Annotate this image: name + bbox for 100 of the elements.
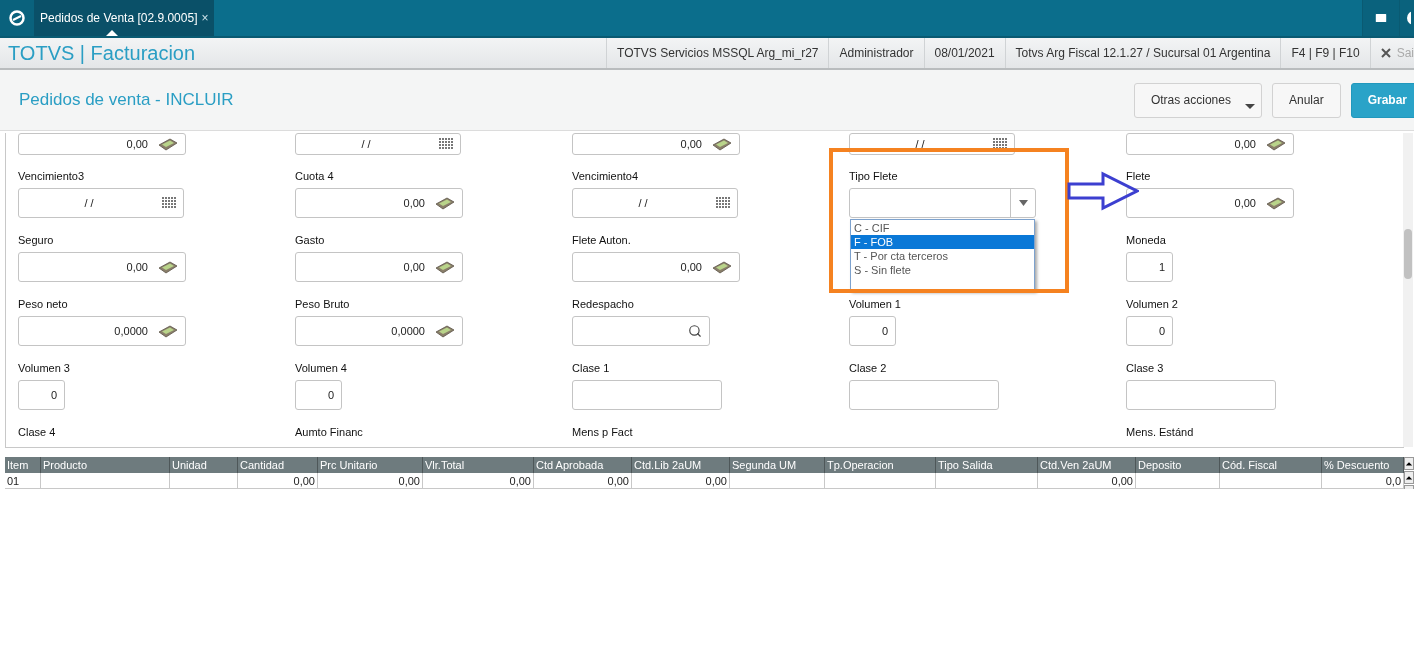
banknote-stack-icon[interactable] [712,137,732,151]
banknote-stack-icon[interactable] [158,324,178,338]
field-label: Clase 4 [18,425,56,439]
banknote-stack-icon[interactable] [158,137,178,151]
money-field[interactable]: 0,00 [18,252,186,282]
banknote-stack-icon[interactable] [435,196,455,210]
text-field[interactable] [572,380,722,410]
date-field[interactable]: / / [18,188,184,218]
date-field[interactable]: / / [295,133,461,155]
field-label: Volumen 4 [295,361,347,375]
page-title: Pedidos de venta - INCLUIR [18,90,234,110]
status-info: Totvs Arg Fiscal 12.1.27 / Sucursal 01 Argentina [1004,38,1281,68]
field-label: Mens. Estánd [1126,425,1194,439]
close-icon[interactable] [1380,48,1391,58]
money-field[interactable]: 0,00 [572,252,740,282]
app-title: TOTVS | Facturacion [7,41,196,65]
scroll-up-icon[interactable] [1404,471,1414,484]
column-header[interactable]: Tipo Salida [936,457,1038,473]
calendar-icon[interactable] [162,197,176,209]
table-cell: 0,00 [423,473,534,489]
money-field[interactable]: 0,0000 [18,316,186,346]
scrollbar[interactable] [1403,133,1413,447]
banknote-stack-icon[interactable] [158,260,178,274]
field-label: Clase 3 [1126,361,1164,375]
money-field[interactable]: 0,00 [1126,133,1294,155]
money-field[interactable]: 0,00 [18,133,186,155]
money-field[interactable]: 0,00 [1126,188,1294,218]
column-header[interactable]: Deposito [1136,457,1220,473]
number-field[interactable]: 0 [295,380,342,410]
field-label: Redespacho [572,297,634,311]
column-header[interactable]: Ctd.Lib 2aUM [632,457,730,473]
search-icon[interactable] [688,324,702,338]
number-field[interactable]: 0 [849,316,896,346]
logo-icon[interactable] [9,10,25,26]
field-label: Clase 1 [572,361,610,375]
calendar-icon[interactable] [439,138,453,150]
column-header[interactable]: Vlr.Total [423,457,534,473]
table-cell: 0,00 [632,473,730,489]
field-label: Gasto [295,233,325,247]
field-label: Moneda [1126,233,1166,247]
status-info: F4 | F9 | F10 [1280,38,1370,68]
select-field[interactable] [849,188,1036,218]
money-field[interactable]: 0,0000 [295,316,463,346]
field-label: Volumen 2 [1126,297,1178,311]
table-cell [170,473,238,489]
status-info: Administrador [828,38,924,68]
field-label: Tipo Flete [849,169,898,183]
field-label: Cuota 4 [295,169,334,183]
field-label: Clase 2 [849,361,887,375]
field-label: Peso Bruto [295,297,350,311]
banknote-stack-icon[interactable] [1266,196,1286,210]
column-header[interactable]: Unidad [170,457,238,473]
money-field[interactable]: 0,00 [295,252,463,282]
number-field[interactable]: 0 [1126,316,1173,346]
number-field[interactable]: 1 [1126,252,1173,282]
banknote-stack-icon[interactable] [435,324,455,338]
table-cell: 01 [5,473,41,489]
field-label: Vencimiento3 [18,169,85,183]
dropdown-option[interactable]: S - Sin flete [851,263,1034,277]
caret-icon[interactable] [1018,200,1028,206]
column-header[interactable]: Ctd.Ven 2aUM [1038,457,1136,473]
field-label: Volumen 3 [18,361,70,375]
text-field[interactable] [1126,380,1276,410]
calendar-icon[interactable] [716,197,730,209]
column-header[interactable]: Cantidad [238,457,318,473]
search-field[interactable] [572,316,710,346]
field-label: Mens p Fact [572,425,633,439]
column-header[interactable]: Prc Unitario [318,457,423,473]
dropdown-option[interactable]: T - Por cta terceros [851,249,1034,263]
scroll-up-icon[interactable] [1404,457,1414,470]
column-header[interactable]: Ctd Aprobada [534,457,632,473]
tab[interactable]: Pedidos de Venta [02.9.0005] × [34,0,215,36]
banknote-stack-icon[interactable] [435,260,455,274]
banknote-stack-icon[interactable] [712,260,732,274]
close-icon[interactable]: × [201,11,209,25]
money-field[interactable]: 0,00 [572,133,740,155]
text-field[interactable] [849,380,999,410]
column-header[interactable]: Item [5,457,41,473]
field-label: Peso neto [18,297,68,311]
action-button[interactable]: Anular [1271,82,1341,118]
column-header[interactable]: Segunda UM [730,457,825,473]
number-field[interactable]: 0 [18,380,65,410]
dropdown-option[interactable]: F - FOB [851,235,1034,249]
money-field[interactable]: 0,00 [295,188,463,218]
column-header[interactable]: Tp.Operacion [825,457,936,473]
dropdown-option[interactable]: C - CIF [851,221,1034,235]
column-header[interactable]: Cód. Fiscal [1220,457,1322,473]
status-info: TOTVS Servicios MSSQL Arg_mi_r27 [606,38,829,68]
banknote-stack-icon[interactable] [1266,137,1286,151]
field-label: Seguro [18,233,54,247]
column-header[interactable]: % Descuento [1322,457,1404,473]
field-label: Flete Auton. [572,233,631,247]
mail-icon[interactable] [1374,11,1388,25]
action-button[interactable]: Otras acciones [1133,82,1262,118]
table-cell: 0,00 [1038,473,1136,489]
calendar-icon[interactable] [993,138,1007,150]
field-label: Vencimiento4 [572,169,639,183]
status-info: 08/01/2021 [923,38,1005,68]
column-header[interactable]: Producto [41,457,170,473]
date-field[interactable]: / / [572,188,738,218]
